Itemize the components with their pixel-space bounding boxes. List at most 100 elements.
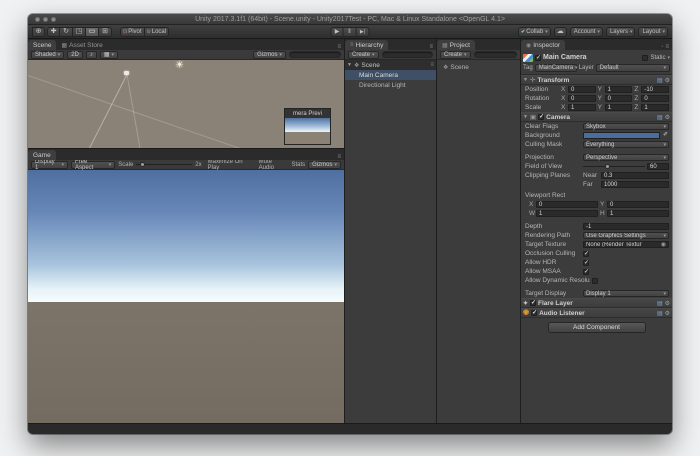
local-toggle-button[interactable]: ⊙ Local	[145, 27, 170, 37]
viewport-y-field[interactable]: 0	[607, 201, 669, 208]
tab-scene[interactable]: Scene	[28, 40, 56, 50]
mute-audio-button[interactable]: Mute Audio	[259, 159, 289, 171]
inspector-panel-menu-icon[interactable]: ≡	[665, 44, 669, 50]
scene-panel-menu-icon[interactable]: ≡	[337, 44, 344, 50]
tag-dropdown[interactable]: MainCamera ▾	[535, 64, 577, 72]
clear-flags-dropdown[interactable]: Skybox▾	[583, 123, 669, 130]
pause-button[interactable]: ‖	[344, 27, 357, 37]
play-button[interactable]: ▶	[331, 27, 344, 37]
transform-tool-button[interactable]: ⊞	[99, 27, 112, 37]
foldout-arrow-icon[interactable]: ▼	[523, 77, 528, 83]
projection-dropdown[interactable]: Perspective▾	[583, 154, 669, 161]
hierarchy-create-dropdown[interactable]: Create ▾	[348, 51, 379, 59]
position-y-field[interactable]: 1	[605, 86, 633, 93]
gear-icon[interactable]: ⚙	[665, 310, 670, 317]
hierarchy-item-main-camera[interactable]: Main Camera	[345, 70, 436, 80]
gameobject-name[interactable]: Main Camera	[543, 54, 587, 61]
audio-listener-component-header[interactable]: ◉ ✓ Audio Listener ▤ ⚙	[521, 308, 672, 318]
game-panel-menu-icon[interactable]: ≡	[337, 154, 344, 160]
hierarchy-scene-row[interactable]: ▼ ❖ Scene ≡	[345, 60, 436, 70]
hierarchy-panel-menu-icon[interactable]: ≡	[429, 44, 436, 50]
reference-book-icon[interactable]: ▤	[657, 310, 663, 317]
rect-tool-button[interactable]: ▭	[86, 27, 99, 37]
slider-handle[interactable]	[605, 164, 610, 169]
rotation-y-field[interactable]: 0	[605, 95, 633, 102]
layer-dropdown[interactable]: Default ▾	[596, 64, 670, 72]
reference-book-icon[interactable]: ▤	[657, 114, 663, 121]
shading-mode-dropdown[interactable]: Shaded ▾	[31, 51, 64, 59]
transform-component-header[interactable]: ▼ ✛ Transform ▤ ⚙	[521, 75, 672, 85]
gear-icon[interactable]: ⚙	[665, 114, 670, 121]
gear-icon[interactable]: ⚙	[665, 77, 670, 84]
layers-dropdown[interactable]: Layers ▾	[606, 27, 636, 37]
scene-gizmos-dropdown[interactable]: Gizmos ▾	[253, 51, 286, 59]
viewport-h-field[interactable]: 1	[607, 210, 669, 217]
slider-handle[interactable]	[140, 162, 145, 167]
culling-mask-dropdown[interactable]: Everything▾	[583, 141, 669, 148]
scene-row-menu-icon[interactable]: ≡	[430, 62, 434, 68]
scene-effects-dropdown[interactable]: ▦ ▾	[100, 51, 118, 59]
object-picker-icon[interactable]: ◉	[661, 241, 666, 248]
project-create-dropdown[interactable]: Create ▾	[440, 51, 471, 59]
occlusion-culling-checkbox[interactable]: ✓	[583, 251, 589, 257]
stats-button[interactable]: Stats	[291, 162, 305, 168]
hand-tool-button[interactable]: ⊕	[32, 27, 45, 37]
tab-project[interactable]: ▦ Project	[437, 40, 475, 50]
rotation-x-field[interactable]: 0	[568, 95, 596, 102]
project-item-scene[interactable]: ❖ Scene	[437, 62, 520, 72]
display-dropdown[interactable]: Display 1 ▾	[31, 161, 68, 169]
static-dropdown[interactable]: Static ▾	[642, 55, 670, 61]
allow-hdr-checkbox[interactable]: ✓	[583, 260, 589, 266]
scene-audio-toggle[interactable]: ♪	[86, 51, 97, 59]
maximize-on-play-button[interactable]: Maximize On Play	[208, 159, 256, 171]
step-button[interactable]: ▶|	[357, 27, 370, 37]
game-scale-slider[interactable]	[136, 161, 192, 168]
hierarchy-item-directional-light[interactable]: Directional Light	[345, 80, 436, 90]
camera-enabled-checkbox[interactable]: ✓	[538, 114, 544, 120]
pivot-toggle-button[interactable]: ⊡ Pivot	[120, 27, 145, 37]
target-display-dropdown[interactable]: Display 1▾	[583, 290, 669, 297]
active-checkbox[interactable]: ✓	[535, 55, 541, 61]
tab-asset-store[interactable]: ▦ Asset Store	[56, 40, 107, 50]
project-search-input[interactable]	[474, 51, 517, 58]
position-x-field[interactable]: 0	[568, 86, 596, 93]
scene-viewport[interactable]: ☀ mera Previ	[28, 60, 344, 148]
rendering-path-dropdown[interactable]: Use Graphics Settings▾	[583, 232, 669, 239]
scale-y-field[interactable]: 1	[605, 104, 633, 111]
layout-dropdown[interactable]: Layout ▾	[638, 27, 668, 37]
close-window-button[interactable]	[35, 17, 40, 22]
flare-layer-enabled-checkbox[interactable]: ✓	[530, 300, 536, 306]
near-field[interactable]: 0.3	[601, 172, 669, 179]
static-checkbox[interactable]	[642, 55, 648, 61]
camera-component-header[interactable]: ▼ ▣ ✓ Camera ▤ ⚙	[521, 112, 672, 122]
depth-field[interactable]: -1	[583, 223, 669, 230]
fov-value-field[interactable]: 60	[647, 163, 669, 170]
minimize-window-button[interactable]	[43, 17, 48, 22]
scale-x-field[interactable]: 1	[568, 104, 596, 111]
zoom-window-button[interactable]	[51, 17, 56, 22]
game-viewport[interactable]	[28, 170, 344, 423]
eyedropper-icon[interactable]: ✐	[663, 132, 669, 139]
foldout-arrow-icon[interactable]: ▼	[523, 114, 528, 120]
target-texture-field[interactable]: None (Render Textur◉	[583, 241, 669, 248]
scene-search-input[interactable]	[289, 51, 341, 58]
directional-light-gizmo[interactable]: ☀	[175, 60, 184, 71]
viewport-x-field[interactable]: 0	[536, 201, 598, 208]
rotate-tool-button[interactable]: ↻	[60, 27, 73, 37]
viewport-w-field[interactable]: 1	[536, 210, 598, 217]
tab-game[interactable]: Game	[28, 150, 56, 160]
allow-msaa-checkbox[interactable]: ✓	[583, 269, 589, 275]
reference-book-icon[interactable]: ▤	[657, 300, 663, 307]
aspect-dropdown[interactable]: Free Aspect ▾	[71, 161, 115, 169]
foldout-arrow-icon[interactable]: ▼	[347, 62, 352, 68]
allow-dynamic-resolution-checkbox[interactable]	[592, 278, 598, 284]
gear-icon[interactable]: ⚙	[665, 300, 670, 307]
cloud-button[interactable]: ☁	[554, 27, 567, 37]
tab-hierarchy[interactable]: ≡ Hierarchy	[345, 40, 388, 50]
fov-slider[interactable]	[583, 163, 645, 170]
flare-layer-component-header[interactable]: ✦ ✓ Flare Layer ▤ ⚙	[521, 298, 672, 308]
camera-gizmo[interactable]	[124, 71, 129, 75]
hierarchy-search-input[interactable]	[382, 51, 433, 58]
add-component-button[interactable]: Add Component	[548, 322, 646, 333]
reference-book-icon[interactable]: ▤	[657, 77, 663, 84]
